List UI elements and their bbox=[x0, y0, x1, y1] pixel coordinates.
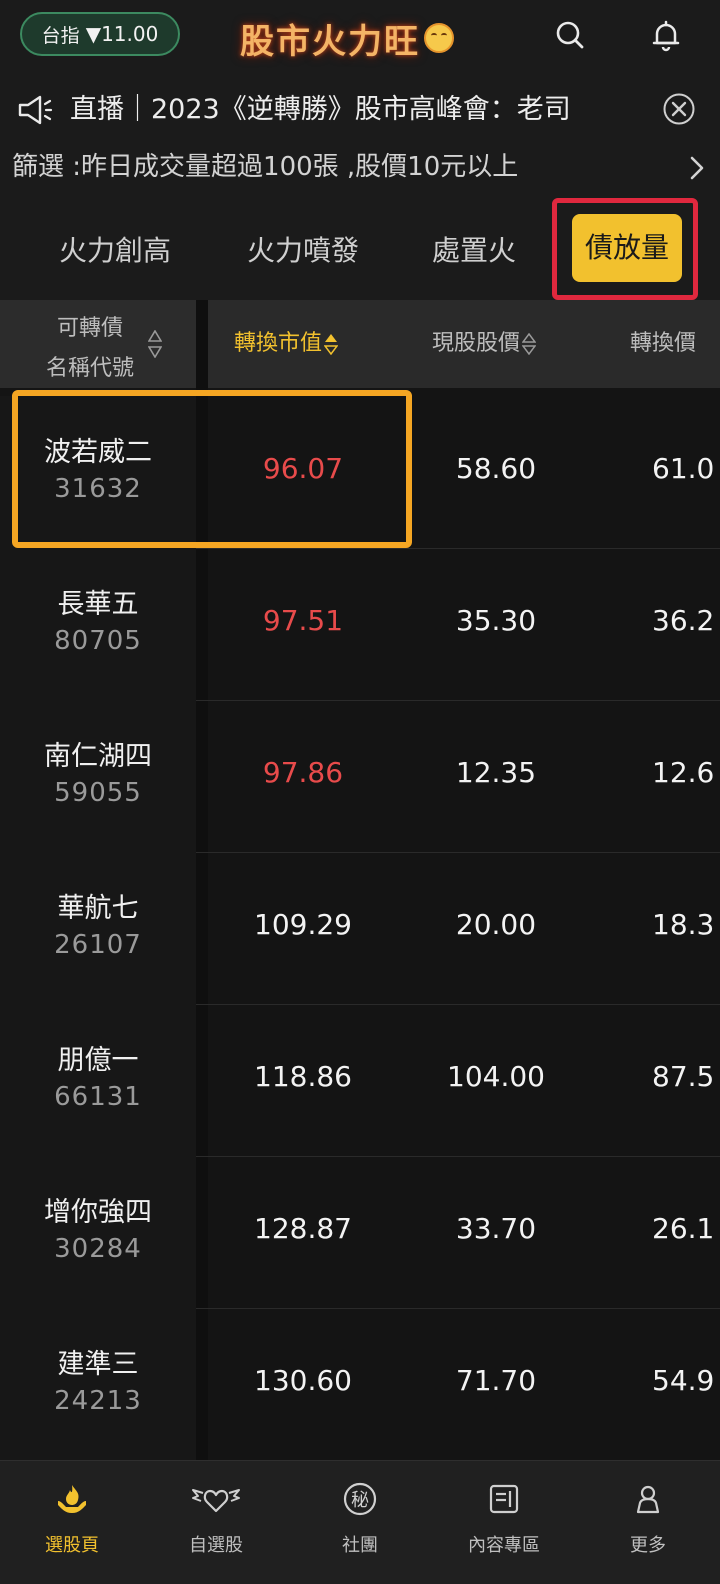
table-row[interactable]: 建準三 24213 130.60 71.70 54.9 bbox=[0, 1308, 720, 1461]
secret-badge-icon: 秘 bbox=[343, 1482, 377, 1516]
nav-label: 選股頁 bbox=[45, 1535, 99, 1556]
tab-fire-new-high[interactable]: 火力創高 bbox=[40, 224, 190, 278]
filter-text: 篩選 :昨日成交量超過100張 ,股價10元以上 bbox=[12, 152, 519, 182]
name-cell: 南仁湖四 59055 bbox=[0, 700, 196, 852]
column-header-name[interactable]: 可轉債 名稱代號 bbox=[0, 300, 196, 388]
filter-bar[interactable]: 篩選 :昨日成交量超過100張 ,股價10元以上 bbox=[0, 140, 720, 194]
conversion-price: 26.1 bbox=[652, 1212, 715, 1245]
sort-up-icon bbox=[148, 330, 162, 342]
nav-watchlist[interactable]: 自選股 bbox=[144, 1479, 288, 1569]
person-icon bbox=[636, 1485, 660, 1514]
sort-down-icon bbox=[148, 346, 162, 358]
secret-glyph: 秘 bbox=[351, 1490, 369, 1511]
announcement-bar[interactable]: 直播｜2023《逆轉勝》股市高峰會：老司 bbox=[0, 80, 720, 140]
conversion-value: 130.60 bbox=[254, 1364, 352, 1397]
table-row[interactable]: 長華五 80705 97.51 35.30 36.2 bbox=[0, 548, 720, 701]
conversion-price: 18.3 bbox=[652, 908, 715, 941]
name-cell: 長華五 80705 bbox=[0, 548, 196, 700]
tab-fire-burst[interactable]: 火力噴發 bbox=[228, 224, 378, 278]
conversion-value: 97.86 bbox=[262, 756, 344, 789]
bond-code: 30284 bbox=[54, 1234, 142, 1264]
bond-name: 朋億一 bbox=[57, 1045, 139, 1076]
bond-name: 南仁湖四 bbox=[44, 741, 152, 772]
brand-title-text: 股市火力旺 bbox=[240, 21, 420, 62]
name-cell: 朋億一 66131 bbox=[0, 1004, 196, 1156]
bond-code: 26107 bbox=[54, 930, 142, 960]
stock-price: 33.70 bbox=[455, 1212, 537, 1245]
app-title: 股市火力旺 bbox=[240, 14, 480, 62]
megaphone-icon bbox=[18, 95, 53, 125]
column-header-stock-price[interactable]: 現股股價 bbox=[432, 328, 537, 360]
chevron-right-icon[interactable] bbox=[686, 154, 708, 182]
index-label: 台指 bbox=[41, 24, 80, 47]
tab-disposal-fire[interactable]: 處置火 bbox=[414, 224, 534, 278]
nav-label: 更多 bbox=[630, 1535, 666, 1556]
column-header-stock-price-label: 現股股價 bbox=[432, 331, 521, 356]
stock-price: 104.00 bbox=[447, 1060, 545, 1093]
table-row[interactable]: 增你強四 30284 128.87 33.70 26.1 bbox=[0, 1156, 720, 1309]
column-header-conversion-price-label: 轉換價 bbox=[630, 331, 697, 356]
nav-stock-picker[interactable]: 選股頁 bbox=[0, 1479, 144, 1569]
row-highlight-frame bbox=[12, 390, 412, 548]
stock-price: 71.70 bbox=[455, 1364, 537, 1397]
column-header-name-line2: 名稱代號 bbox=[45, 356, 134, 381]
winged-heart-icon bbox=[192, 1489, 240, 1513]
nav-more[interactable]: 更多 bbox=[576, 1479, 720, 1569]
name-cell: 建準三 24213 bbox=[0, 1308, 196, 1460]
conversion-value: 128.87 bbox=[254, 1212, 352, 1245]
search-icon bbox=[556, 21, 584, 49]
smile-emoji-icon bbox=[424, 23, 454, 53]
nav-label: 內容專區 bbox=[468, 1535, 540, 1556]
name-cell: 增你強四 30284 bbox=[0, 1156, 196, 1308]
stock-price: 58.60 bbox=[455, 452, 537, 485]
tab-bond-volume[interactable]: 債放量 bbox=[572, 214, 682, 282]
bond-name: 華航七 bbox=[57, 893, 139, 924]
nav-community[interactable]: 秘 社團 bbox=[288, 1479, 432, 1569]
column-header-conversion-price[interactable]: 轉換價 bbox=[630, 328, 696, 360]
search-button[interactable] bbox=[548, 14, 592, 58]
bond-name: 增你強四 bbox=[44, 1197, 152, 1228]
name-cell: 華航七 26107 bbox=[0, 852, 196, 1004]
nav-label: 社團 bbox=[342, 1535, 378, 1556]
conversion-value: 118.86 bbox=[254, 1060, 352, 1093]
bottom-navigation: 選股頁 自選股 秘 社團 內容專區 更多 bbox=[0, 1460, 720, 1584]
stock-price: 12.35 bbox=[455, 756, 537, 789]
sort-asc-icon bbox=[324, 334, 339, 355]
bell-icon bbox=[652, 20, 680, 52]
conversion-value: 97.51 bbox=[262, 604, 344, 637]
table-row[interactable]: 南仁湖四 59055 97.86 12.35 12.6 bbox=[0, 700, 720, 853]
conversion-price: 61.0 bbox=[652, 452, 715, 485]
bond-name: 長華五 bbox=[57, 589, 139, 620]
stock-price: 35.30 bbox=[455, 604, 537, 637]
stock-price: 20.00 bbox=[455, 908, 537, 941]
fire-hand-icon bbox=[58, 1485, 86, 1513]
announcement-text[interactable]: 直播｜2023《逆轉勝》股市高峰會：老司 bbox=[70, 90, 658, 130]
bond-code: 80705 bbox=[54, 626, 142, 656]
nav-label: 自選股 bbox=[189, 1535, 243, 1556]
conversion-price: 54.9 bbox=[652, 1364, 715, 1397]
conversion-value: 109.29 bbox=[254, 908, 352, 941]
close-icon[interactable] bbox=[662, 92, 696, 126]
bond-name: 建準三 bbox=[57, 1349, 139, 1380]
bond-code: 66131 bbox=[54, 1082, 142, 1112]
table-row[interactable]: 朋億一 66131 118.86 104.00 87.5 bbox=[0, 1004, 720, 1157]
bond-code: 59055 bbox=[54, 778, 142, 808]
notification-button[interactable] bbox=[644, 14, 688, 58]
bond-code: 24213 bbox=[54, 1386, 142, 1416]
document-icon bbox=[489, 1484, 519, 1514]
conversion-price: 12.6 bbox=[652, 756, 715, 789]
column-header-conversion-value[interactable]: 轉換市值 bbox=[234, 328, 339, 360]
conversion-price: 36.2 bbox=[652, 604, 715, 637]
conversion-price: 87.5 bbox=[652, 1060, 715, 1093]
nav-content[interactable]: 內容專區 bbox=[432, 1479, 576, 1569]
table-row[interactable]: 華航七 26107 109.29 20.00 18.3 bbox=[0, 852, 720, 1005]
sort-icon bbox=[522, 333, 537, 355]
index-value: ▼11.00 bbox=[85, 22, 159, 46]
table-header: 可轉債 名稱代號 轉換市值 現股股價 轉換價 bbox=[0, 300, 720, 388]
column-header-conversion-value-label: 轉換市值 bbox=[234, 331, 323, 356]
index-pill[interactable]: 台指 ▼11.00 bbox=[20, 12, 180, 56]
column-header-name-line1: 可轉債 bbox=[56, 316, 123, 341]
